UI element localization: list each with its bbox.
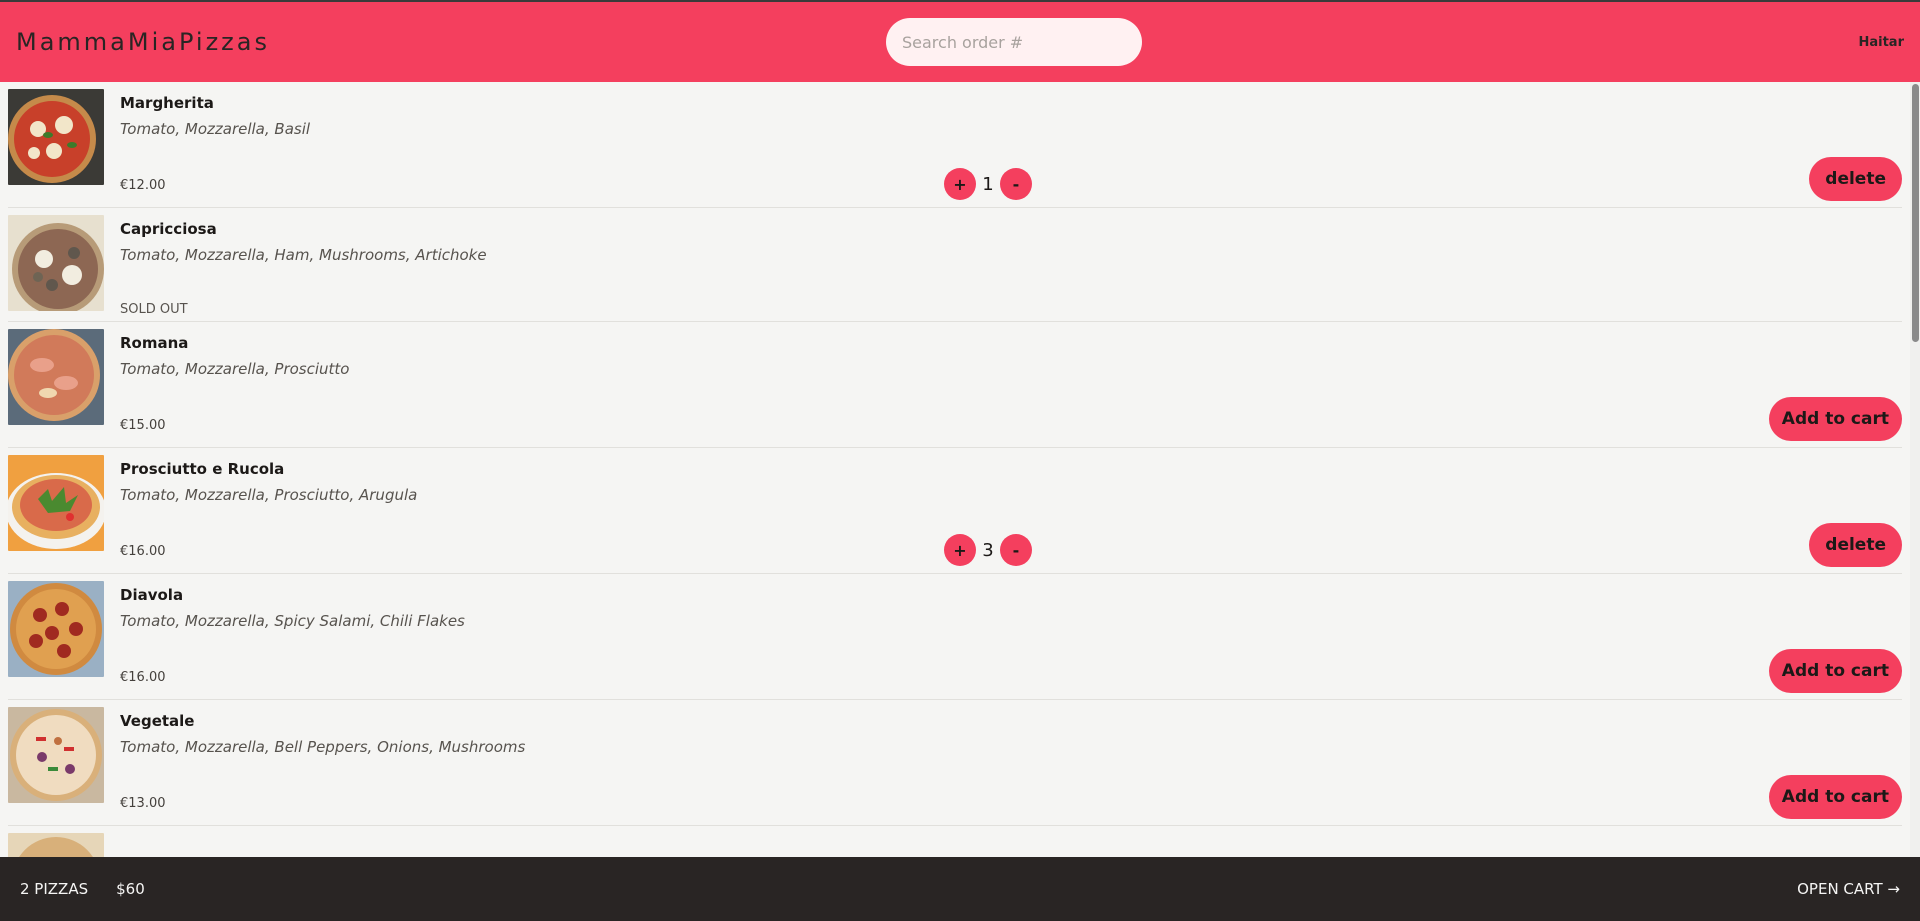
pizza-info: Romana Tomato, Mozzarella, Prosciutto €1… [120, 329, 1902, 447]
pizza-price: €13.00 [120, 796, 166, 811]
delete-button[interactable]: delete [1809, 523, 1902, 567]
delete-button[interactable]: delete [1809, 157, 1902, 201]
quantity-value: 3 [982, 539, 994, 561]
cart-pizza-count: 2 PIZZAS [20, 880, 89, 898]
pizza-ingredients: Tomato, Mozzarella, Prosciutto, Arugula [120, 486, 418, 504]
pizza-name: Romana [120, 334, 189, 352]
top-bar: MammaMiaPizzas Haitar [0, 0, 1920, 82]
open-cart-link[interactable]: OPEN CART → [1797, 880, 1900, 898]
pizza-info: Diavola Tomato, Mozzarella, Spicy Salami… [120, 581, 1902, 699]
quantity-stepper: + 1 - [944, 168, 1032, 200]
quantity-stepper: + 3 - [944, 534, 1032, 566]
pizza-name: Capricciosa [120, 220, 217, 238]
pizza-price: €12.00 [120, 178, 166, 193]
pizza-info: Capricciosa Tomato, Mozzarella, Ham, Mus… [120, 215, 1902, 321]
pizza-price: €16.00 [120, 544, 166, 559]
pizza-info: Vegetale Tomato, Mozzarella, Bell Pepper… [120, 707, 1902, 825]
increase-quantity-button[interactable]: + [944, 534, 976, 566]
pizza-ingredients: Tomato, Mozzarella, Prosciutto [120, 360, 350, 378]
menu-area: Margherita Tomato, Mozzarella, Basil €12… [0, 82, 1920, 857]
add-to-cart-button[interactable]: Add to cart [1768, 397, 1902, 441]
pizza-item-prosciutto-e-rucola: Prosciutto e Rucola Tomato, Mozzarella, … [8, 448, 1902, 574]
pizza-ingredients: Tomato, Mozzarella, Spicy Salami, Chili … [120, 612, 465, 630]
pizza-image [8, 329, 104, 425]
cart-summary: 2 PIZZAS $60 [20, 880, 145, 898]
decrease-quantity-button[interactable]: - [1000, 168, 1032, 200]
pizza-info: Margherita Tomato, Mozzarella, Basil €12… [120, 89, 1902, 207]
scrollbar-thumb[interactable] [1912, 84, 1919, 342]
username: Haitar [1858, 34, 1904, 50]
logo[interactable]: MammaMiaPizzas [16, 28, 416, 56]
pizza-info: Prosciutto e Rucola Tomato, Mozzarella, … [120, 455, 1902, 573]
pizza-ingredients: Tomato, Mozzarella, Basil [120, 120, 311, 138]
pizza-image [8, 833, 104, 857]
pizza-ingredients: Tomato, Mozzarella, Bell Peppers, Onions… [120, 738, 526, 756]
decrease-quantity-button[interactable]: - [1000, 534, 1032, 566]
pizza-item-vegetale: Vegetale Tomato, Mozzarella, Bell Pepper… [8, 700, 1902, 826]
pizza-name: Prosciutto e Rucola [120, 460, 285, 478]
add-to-cart-button[interactable]: Add to cart [1768, 775, 1902, 819]
pizza-image [8, 455, 104, 551]
scrollbar[interactable] [1910, 82, 1920, 857]
cart-total: $60 [116, 880, 145, 898]
pizza-menu-list: Margherita Tomato, Mozzarella, Basil €12… [0, 82, 1910, 857]
pizza-item-romana: Romana Tomato, Mozzarella, Prosciutto €1… [8, 322, 1902, 448]
quantity-value: 1 [982, 173, 994, 195]
sold-out-label: SOLD OUT [120, 302, 188, 317]
pizza-image [8, 89, 104, 185]
pizza-item-diavola: Diavola Tomato, Mozzarella, Spicy Salami… [8, 574, 1902, 700]
pizza-item-margherita: Margherita Tomato, Mozzarella, Basil €12… [8, 82, 1902, 208]
pizza-image [8, 707, 104, 803]
add-to-cart-button[interactable]: Add to cart [1768, 649, 1902, 693]
cart-overview-bar: 2 PIZZAS $60 OPEN CART → [0, 857, 1920, 921]
pizza-price: €15.00 [120, 418, 166, 433]
pizza-image [8, 215, 104, 311]
increase-quantity-button[interactable]: + [944, 168, 976, 200]
pizza-price: €16.00 [120, 670, 166, 685]
pizza-name: Vegetale [120, 712, 195, 730]
search-order-input[interactable] [886, 18, 1142, 66]
pizza-ingredients: Tomato, Mozzarella, Ham, Mushrooms, Arti… [120, 246, 487, 264]
pizza-image [8, 581, 104, 677]
pizza-name: Diavola [120, 586, 184, 604]
pizza-item-capricciosa: Capricciosa Tomato, Mozzarella, Ham, Mus… [8, 208, 1902, 322]
pizza-name: Margherita [120, 94, 214, 112]
pizza-item-partial [8, 826, 1902, 857]
